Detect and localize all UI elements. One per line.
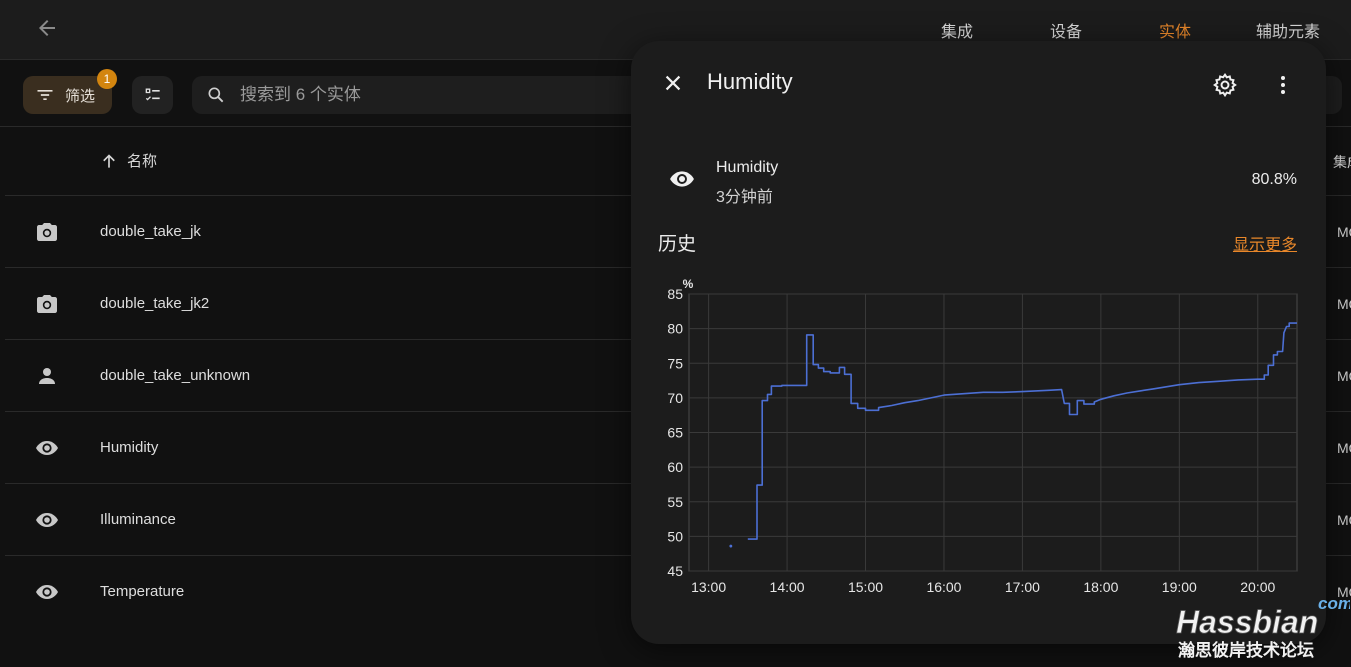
watermark-tagline: 瀚思彼岸技术论坛	[1177, 640, 1314, 661]
filter-count-badge: 1	[97, 69, 117, 89]
entity-name: Temperature	[100, 583, 185, 600]
eye-icon	[33, 580, 61, 604]
y-tick-label: 55	[667, 494, 683, 510]
back-button[interactable]	[28, 12, 66, 44]
x-tick-label: 13:00	[691, 579, 726, 595]
entity-integration: MQ	[1337, 296, 1351, 312]
name-column-header[interactable]: 名称	[99, 150, 157, 171]
settings-button[interactable]	[1209, 69, 1241, 101]
state-value: 80.8%	[1251, 171, 1297, 188]
entity-name: Humidity	[716, 159, 779, 176]
data-point	[729, 544, 733, 548]
camera-icon	[33, 292, 61, 316]
more-info-dialog: Humidity Humidity 3分钟前 80.8% 历史 显示更多 45 5…	[631, 41, 1326, 644]
eye-icon	[667, 165, 697, 193]
dialog-title: Humidity	[707, 69, 793, 94]
y-tick-label: 75	[667, 355, 683, 371]
integration-column-header[interactable]: 集成	[1333, 152, 1351, 172]
entity-name: double_take_jk2	[100, 295, 210, 312]
entity-name: Humidity	[100, 439, 159, 456]
camera-icon	[33, 220, 61, 244]
y-tick-label: 60	[667, 459, 683, 475]
dots-vertical-icon	[1281, 76, 1285, 94]
person-icon	[33, 364, 61, 388]
eye-icon	[33, 508, 61, 532]
y-tick-label: 65	[667, 425, 683, 441]
entity-name: double_take_unknown	[100, 367, 251, 384]
x-tick-label: 15:00	[848, 579, 883, 595]
y-axis-unit: %	[683, 277, 694, 291]
last-changed: 3分钟前	[716, 189, 773, 206]
y-tick-label: 45	[667, 563, 683, 579]
selection-mode-button[interactable]	[132, 76, 173, 114]
entity-state-row[interactable]: Humidity 3分钟前 80.8%	[631, 151, 1326, 207]
x-tick-label: 18:00	[1083, 579, 1118, 595]
arrow-up-icon	[103, 153, 115, 168]
filter-icon	[37, 90, 53, 100]
y-tick-label: 85	[667, 286, 683, 302]
y-tick-label: 50	[667, 528, 683, 544]
x-tick-label: 14:00	[770, 579, 805, 595]
show-more-link[interactable]: 显示更多	[1233, 231, 1297, 255]
watermark-suffix: com	[1318, 594, 1350, 613]
watermark-logo: com Hassbian 瀚思彼岸技术论坛	[1170, 590, 1351, 665]
gear-icon	[1212, 72, 1237, 98]
history-title: 历史	[658, 234, 697, 255]
search-input[interactable]	[240, 85, 640, 105]
watermark-brand: Hassbian	[1176, 604, 1318, 640]
close-button[interactable]	[657, 67, 689, 99]
entity-integration: MQ	[1337, 368, 1351, 384]
entity-name: Illuminance	[100, 511, 176, 528]
entity-integration: MQ	[1337, 224, 1351, 240]
search-icon	[208, 87, 224, 103]
entity-integration: MQ	[1337, 440, 1351, 456]
arrow-left-icon	[39, 20, 55, 36]
y-tick-label: 70	[667, 390, 683, 406]
x-tick-label: 16:00	[926, 579, 961, 595]
entity-name: double_take_jk	[100, 223, 201, 240]
close-icon	[665, 75, 681, 91]
name-column-label: 名称	[127, 153, 158, 170]
history-chart[interactable]: 45 50 55 60 65 70 75 80 85 13:00 14:00 15:00 16:00 17…	[631, 269, 1326, 609]
eye-icon	[33, 436, 61, 460]
y-tick-label: 80	[667, 321, 683, 337]
more-options-button[interactable]	[1267, 69, 1299, 101]
entities-page: 集成 设备 实体 辅助元素 筛选 1 名称 实体标识符 集成	[0, 0, 1351, 667]
entity-integration: MQ	[1337, 512, 1351, 528]
x-tick-label: 17:00	[1005, 579, 1040, 595]
filter-label: 筛选	[65, 87, 96, 105]
checklist-icon	[145, 88, 160, 101]
